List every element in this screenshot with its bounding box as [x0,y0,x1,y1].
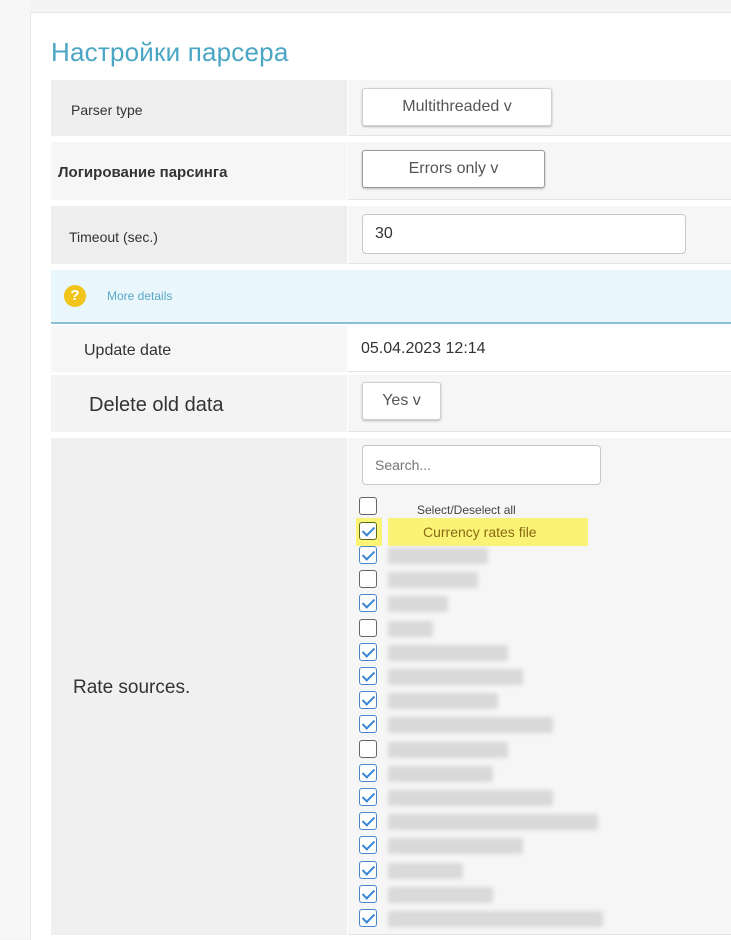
page-title: Настройки парсера [51,37,289,67]
row-timeout: Timeout (sec.) [51,206,731,264]
rate-source-label-redacted [388,886,493,903]
rate-source-checkbox[interactable] [359,618,377,637]
question-icon: ? [64,285,86,307]
rate-source-label-redacted [388,620,433,637]
rate-source-label-redacted [388,717,553,734]
rate-source-label-redacted [388,790,553,806]
rate-sources-search-input[interactable] [362,445,601,485]
rate-sources-list: Select/Deselect all Currency rates file [348,438,731,935]
rate-source-label-redacted [388,596,448,613]
rate-source-checkbox[interactable] [359,667,377,685]
rate-source-checkbox[interactable] [359,594,377,613]
rate-source-label-redacted [388,838,523,855]
rate-source-checkbox[interactable] [359,715,377,734]
update-date-value: 05.04.2023 12:14 [361,340,486,357]
more-details-link[interactable]: More details [107,289,172,303]
rate-sources-label: Rate sources. [73,677,191,698]
rate-source-label-redacted [388,862,463,879]
rate-source-label-redacted [388,572,478,589]
update-date-label: Update date [84,342,172,359]
rate-source-label-redacted [388,765,493,782]
timeout-input[interactable] [362,214,686,254]
delete-old-data-label: Delete old data [89,394,224,416]
rate-source-checkbox[interactable] [359,642,377,661]
info-bar: ? More details [51,270,731,324]
rate-source-checkbox[interactable] [359,739,377,758]
select-all-checkbox[interactable] [359,497,377,515]
logging-select[interactable]: Errors only v [362,150,545,188]
row-delete-old-data: Delete old data Yes v [51,375,731,432]
rate-source-label-redacted [388,669,523,685]
rate-source-label-redacted [388,814,598,831]
rate-source-checkbox[interactable] [359,763,377,782]
logging-label: Логирование парсинга [58,164,228,181]
row-rate-sources: Rate sources. Select/Deselect all Curren… [51,438,731,935]
rate-source-checkbox[interactable] [359,788,377,806]
select-all-label: Select/Deselect all [417,503,516,517]
rate-source-label-redacted [388,741,508,758]
row-update-date: Update date 05.04.2023 12:14 [51,326,731,372]
rate-source-checkbox[interactable] [359,570,377,589]
rate-source-checkbox[interactable] [359,812,377,831]
rate-source-label-redacted [388,693,498,710]
rate-source-checkbox[interactable] [359,860,377,879]
rate-source-checkbox[interactable] [359,691,377,710]
rate-source-checkbox[interactable] [359,884,377,903]
delete-old-data-select[interactable]: Yes v [362,382,441,420]
currency-rates-checkbox[interactable] [359,522,377,540]
parser-type-label: Parser type [71,102,143,118]
row-logging: Логирование парсинга Errors only v [51,142,731,200]
timeout-label: Timeout (sec.) [69,229,158,245]
rate-source-label-redacted [388,644,508,661]
rate-source-label-redacted [388,911,603,927]
parser-type-select[interactable]: Multithreaded v [362,88,552,126]
left-gutter [0,0,30,939]
rate-source-checkbox[interactable] [359,546,377,564]
rate-source-checkbox[interactable] [359,909,377,927]
currency-rates-label: Currency rates file [423,524,537,540]
rate-source-checkbox[interactable] [359,836,377,855]
row-parser-type: Parser type Multithreaded v [51,80,731,136]
rate-source-label-redacted [388,548,488,564]
